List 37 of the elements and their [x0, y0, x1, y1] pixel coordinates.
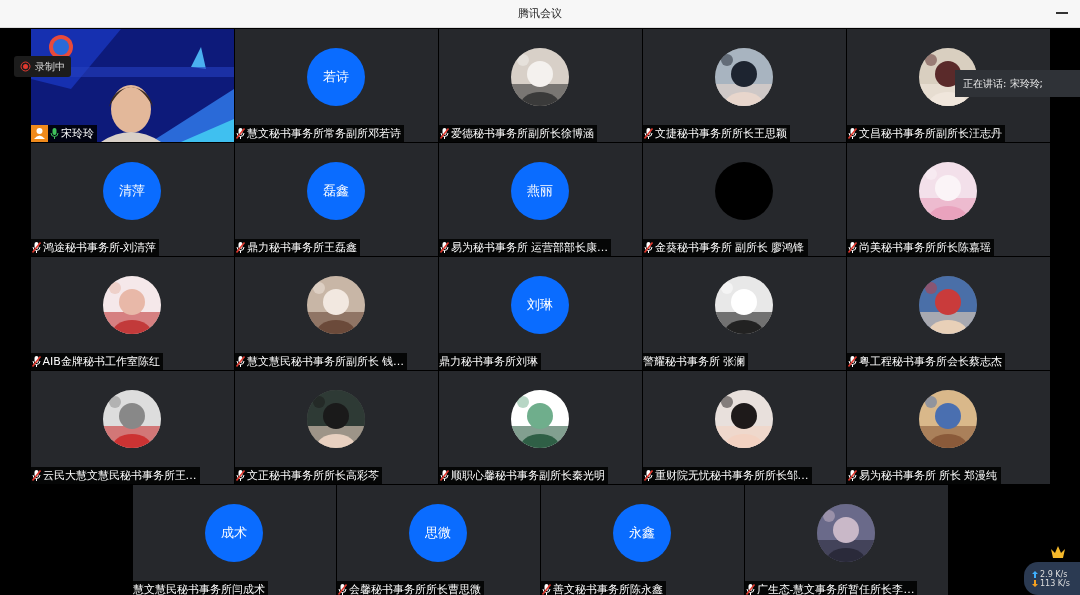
participant-name: 金葵秘书事务所 副所长 廖鸿锋 — [654, 240, 805, 255]
participant-name: 善文秘书事务所陈永鑫 — [552, 582, 663, 595]
avatar-initials: 若诗 — [307, 48, 365, 106]
participant-name: 粤工程秘书事务所会长蔡志杰 — [858, 354, 1002, 369]
participant-name: 易为秘书事务所 运营部部长康… — [450, 240, 608, 255]
participant-name: 鸿途秘书事务所-刘清萍 — [42, 240, 157, 255]
participant-name: 慧文慧民秘书事务所闫成术 — [132, 582, 265, 595]
avatar-initials: 刘琳 — [511, 276, 569, 334]
participant-name: AIB金牌秘书工作室陈红 — [42, 354, 160, 369]
avatar-initials: 成术 — [205, 504, 263, 562]
participant-name: 警耀秘书事务所 张澜 — [642, 354, 745, 369]
avatar-initials: 燕丽 — [511, 162, 569, 220]
participant-name: 顺职心馨秘书事务副所长秦光明 — [450, 468, 605, 483]
avatar-initials: 永鑫 — [613, 504, 671, 562]
participant-name: 云民大慧文慧民秘书事务所王… — [42, 468, 197, 483]
participant-name: 慧文秘书事务所常务副所邓若诗 — [246, 126, 401, 141]
participant-name: 文捷秘书事务所所长王思颖 — [654, 126, 787, 141]
participant-name: 重财院无忧秘书事务所所长邹… — [654, 468, 809, 483]
participant-name: 文昌秘书事务所副所长汪志丹 — [858, 126, 1002, 141]
recording-label: 录制中 — [35, 59, 65, 74]
participant-name: 广生态-慧文事务所暂任所长李… — [756, 582, 915, 595]
participant-name: 文正秘书事务所所长高彩芩 — [246, 468, 379, 483]
avatar-initials: 磊鑫 — [307, 162, 365, 220]
window-title: 腾讯会议 — [518, 6, 562, 21]
participant-name: 易为秘书事务所 所长 郑漫纯 — [858, 468, 998, 483]
participant-name: 爱德秘书事务所副所长徐博涵 — [450, 126, 594, 141]
avatar-initials: 清萍 — [103, 162, 161, 220]
participant-name: 慧文慧民秘书事务所副所长 钱… — [246, 354, 404, 369]
participant-name: 鼎力秘书事务所王磊鑫 — [246, 240, 357, 255]
download-speed: 113 K/s — [1032, 578, 1080, 588]
avatar-initials: 思微 — [409, 504, 467, 562]
participant-name: 宋玲玲 — [60, 126, 94, 141]
speaking-label: 正在讲话: 宋玲玲; — [963, 76, 1043, 91]
participant-name: 会馨秘书事务所所长曹思微 — [348, 582, 481, 595]
participant-name: 尚美秘书事务所所长陈嘉瑶 — [858, 240, 991, 255]
participant-name: 鼎力秘书事务所刘琳 — [438, 354, 538, 369]
upload-speed: 2.9 K/s — [1032, 569, 1080, 579]
